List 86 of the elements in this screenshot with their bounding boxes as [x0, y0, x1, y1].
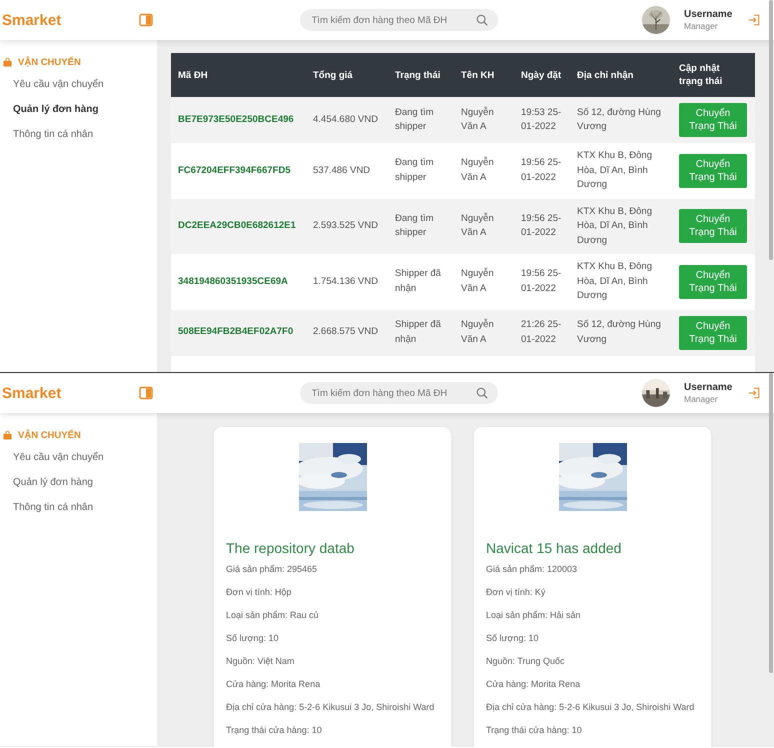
table-cell: KTX Khu B, Đông Hòa, Dĩ An, Bình Dương — [570, 254, 672, 310]
section-title: VẬN CHUYỂN — [18, 57, 81, 68]
sidebar-item[interactable]: Quản lý đơn hàng — [0, 475, 157, 500]
sidebar-item[interactable]: Quản lý đơn hàng — [0, 102, 157, 127]
table-cell: 19:56 25-01-2022 — [514, 198, 570, 254]
change-status-button[interactable]: Chuyển Trạng Thái — [679, 154, 747, 188]
product-detail: Giá sản phẩm: 295465 — [226, 563, 318, 576]
product-title: The repository datab — [226, 540, 356, 556]
search-icon[interactable] — [476, 387, 488, 399]
table-cell: Shipper đã nhận — [388, 310, 454, 356]
product-detail: Loại sản phẩm: Hải sản — [486, 609, 582, 622]
bag-icon — [3, 431, 12, 440]
logout-icon[interactable] — [748, 387, 760, 399]
table-cell: Nguyễn Văn A — [454, 310, 514, 356]
change-status-button[interactable]: Chuyển Trạng Thái — [679, 103, 747, 137]
section-title: VẬN CHUYỂN — [18, 430, 81, 441]
column-header: Mã ĐH — [171, 53, 306, 97]
bag-icon — [3, 58, 12, 67]
product-detail: Địa chỉ cửa hàng: 5-2-6 Kikusui 3 Jo, Shiroishi Ward — [486, 701, 696, 714]
table-cell: Nguyễn Văn A — [454, 97, 514, 143]
table-cell: Đang tìm shipper — [388, 198, 454, 254]
logo: Smarket — [1, 384, 62, 402]
sidebar-item[interactable]: Yêu cầu vận chuyển — [0, 77, 157, 102]
username: Username — [684, 382, 734, 393]
table-cell: FC67204EFF394F667FD5 — [171, 143, 306, 198]
product-detail: Trạng thái cửa hàng: 10 — [486, 724, 583, 737]
user-role: Manager — [684, 21, 719, 31]
search-field[interactable]: Tìm kiếm đơn hàng theo Mã ĐH — [300, 9, 498, 31]
product-detail: Nguồn: Việt Nam — [226, 655, 296, 668]
table-cell: 537.486 VND — [306, 143, 388, 198]
table-cell: 19:56 25-01-2022 — [514, 143, 570, 198]
table-cell: Đang tìm shipper — [388, 97, 454, 143]
sidebar-item[interactable]: Yêu cầu vận chuyển — [0, 450, 157, 475]
table-cell: Nguyễn Văn A — [454, 254, 514, 310]
product-detail: Cửa hàng: Morita Rena — [486, 678, 582, 691]
table-cell: KTX Khu B, Đông Hòa, Dĩ An, Bình Dương — [570, 143, 672, 198]
product-detail: Cửa hàng: Morita Rena — [226, 678, 322, 691]
table-cell: BE7E973E50E250BCE496 — [171, 97, 306, 143]
product-detail: Loại sản phẩm: Rau củ — [226, 609, 320, 622]
product-detail: Đơn vị tính: Ký — [486, 586, 546, 599]
table-cell: Số 12, đường Hùng Vương — [570, 310, 672, 356]
logo: Smarket — [1, 12, 62, 28]
column-header: Tên KH — [454, 53, 514, 97]
table-cell: 508EE94FB2B4EF02A7F0 — [171, 310, 306, 356]
column-header: Tổng giá — [306, 53, 388, 97]
table-cell: Số 12, đường Hùng Vương — [570, 97, 672, 143]
change-status-button[interactable]: Chuyển Trạng Thái — [679, 264, 747, 299]
product-detail: Số lượng: 10 — [226, 632, 280, 645]
table-cell: KTX Khu B, Đông Hòa, Dĩ An, Bình Dương — [570, 198, 672, 254]
product-detail: Đơn vị tính: Hộp — [226, 586, 292, 599]
sidebar-toggle-icon[interactable] — [139, 386, 153, 400]
product-detail: Số lượng: 10 — [486, 632, 540, 645]
product-detail: Nguồn: Trung Quốc — [486, 655, 566, 668]
table-cell: 19:53 25-01-2022 — [514, 97, 570, 143]
logout-icon[interactable] — [748, 14, 760, 26]
column-header: Ngày đặt — [514, 53, 570, 97]
sidebar-item[interactable]: Thông tin cá nhân — [0, 127, 157, 152]
column-header: Địa chỉ nhận — [570, 53, 672, 97]
scrollbar[interactable] — [769, 0, 773, 260]
table-cell: 348194860351935CE69A — [171, 254, 306, 310]
column-header: Trạng thái — [388, 53, 454, 97]
scrollbar[interactable] — [769, 373, 773, 673]
table-cell: DC2EEA29CB0E682612E1 — [171, 198, 306, 254]
search-field[interactable]: Tìm kiếm đơn hàng theo Mã ĐH — [300, 382, 498, 404]
table-cell: 1.754.136 VND — [306, 254, 388, 310]
column-header: Cập nhật trạng thái — [672, 53, 755, 97]
table-cell: Nguyễn Văn A — [454, 198, 514, 254]
sidebar-item[interactable]: Thông tin cá nhân — [0, 500, 157, 525]
change-status-button[interactable]: Chuyển Trạng Thái — [679, 209, 747, 244]
table-cell: 21:26 25-01-2022 — [514, 310, 570, 356]
change-status-button[interactable]: Chuyển Trạng Thái — [679, 316, 747, 350]
table-cell: 2.668.575 VND — [306, 310, 388, 356]
product-title: Navicat 15 has added — [486, 540, 622, 556]
table-cell: 19:56 25-01-2022 — [514, 254, 570, 310]
username: Username — [684, 9, 734, 20]
table-cell: 2.593.525 VND — [306, 198, 388, 254]
search-icon[interactable] — [476, 14, 488, 26]
table-cell: 4.454.680 VND — [306, 97, 388, 143]
product-detail: Địa chỉ cửa hàng: 5-2-6 Kikusui 3 Jo, Shiroishi Ward — [226, 701, 436, 714]
table-cell: Nguyễn Văn A — [454, 143, 514, 198]
user-role: Manager — [684, 394, 719, 404]
product-detail: Trạng thái cửa hàng: 10 — [226, 724, 323, 737]
sidebar-toggle-icon[interactable] — [139, 13, 153, 27]
table-cell: Đang tìm shipper — [388, 143, 454, 198]
table-cell: Shipper đã nhận — [388, 254, 454, 310]
product-detail: Giá sản phẩm: 120003 — [486, 563, 578, 576]
